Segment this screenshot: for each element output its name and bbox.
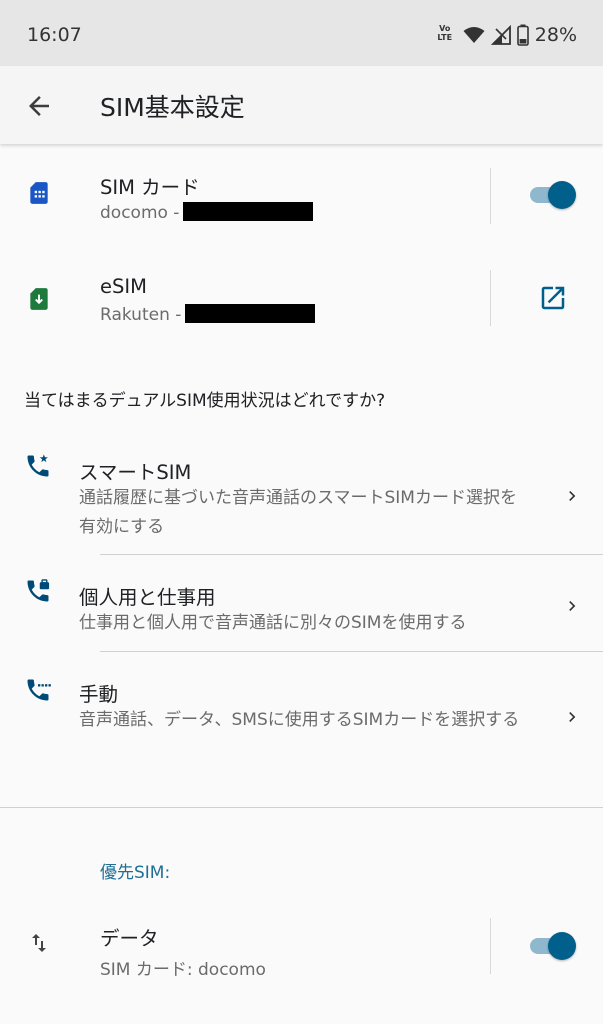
signal-icon	[490, 25, 511, 45]
option-title: 個人用と仕事用	[79, 586, 216, 609]
back-arrow-icon[interactable]	[24, 91, 54, 121]
toggle-thumb	[548, 181, 576, 209]
esim-subtitle: Rakuten -	[100, 304, 316, 325]
option-subtitle: 通話履歴に基づいた音声通話のスマートSIMカード選択を有効にする	[79, 488, 517, 537]
page-title: SIM基本設定	[100, 93, 245, 122]
phone-star-icon	[27, 454, 49, 477]
data-subtitle: SIM カード: docomo	[100, 960, 266, 980]
option-title: 手動	[79, 683, 119, 706]
wifi-icon	[463, 27, 485, 43]
option-manual[interactable]: 手動 音声通話、データ、SMSに使用するSIMカードを選択する	[0, 652, 603, 792]
sim-card-subtitle: docomo -	[100, 202, 314, 223]
row-divider	[490, 168, 491, 224]
preferred-sim-header: 優先SIM:	[100, 863, 171, 883]
usage-question: 当てはまるデュアルSIM使用状況はどれですか?	[24, 391, 386, 411]
preferred-data-row[interactable]: データ SIM カード: docomo	[0, 900, 603, 995]
sim-card-row[interactable]: SIM カード docomo -	[0, 144, 603, 260]
option-subtitle: 音声通話、データ、SMSに使用するSIMカードを選択する	[79, 710, 520, 730]
toggle-thumb	[548, 932, 576, 960]
row-divider	[490, 918, 491, 974]
redacted-number	[183, 202, 314, 221]
esim-download-icon	[30, 288, 48, 310]
esim-title: eSIM	[100, 275, 147, 298]
redacted-number	[185, 304, 316, 323]
sim-card-icon	[30, 182, 48, 204]
option-title: スマートSIM	[79, 461, 192, 484]
status-time: 16:07	[27, 24, 82, 46]
status-icons: Vo LTE 28%	[435, 22, 577, 48]
status-bar: 16:07 Vo LTE 28%	[0, 0, 603, 66]
chevron-right-icon	[569, 712, 576, 722]
sim-card-toggle[interactable]	[528, 181, 576, 209]
chevron-right-icon	[569, 601, 576, 611]
data-toggle[interactable]	[528, 932, 576, 960]
esim-row[interactable]: eSIM Rakuten -	[0, 260, 603, 360]
volte-icon: Vo LTE	[437, 24, 453, 42]
section-divider	[0, 807, 603, 808]
swap-vert-icon	[32, 934, 46, 952]
option-smart-sim[interactable]: スマートSIM 通話履歴に基づいた音声通話のスマートSIMカード選択を有効にする	[0, 440, 603, 554]
phone-briefcase-icon	[27, 579, 50, 602]
app-bar: SIM基本設定	[0, 66, 603, 144]
phone-dialpad-icon	[27, 679, 51, 701]
battery-icon	[516, 24, 529, 46]
data-title: データ	[100, 927, 159, 950]
option-personal-work[interactable]: 個人用と仕事用 仕事用と個人用で音声通話に別々のSIMを使用する	[0, 555, 603, 651]
open-external-icon[interactable]	[538, 283, 568, 313]
option-subtitle: 仕事用と個人用で音声通話に別々のSIMを使用する	[79, 613, 467, 633]
row-divider	[490, 270, 491, 326]
sim-card-title: SIM カード	[100, 176, 200, 199]
battery-percent: 28%	[534, 24, 577, 46]
chevron-right-icon	[569, 491, 576, 501]
